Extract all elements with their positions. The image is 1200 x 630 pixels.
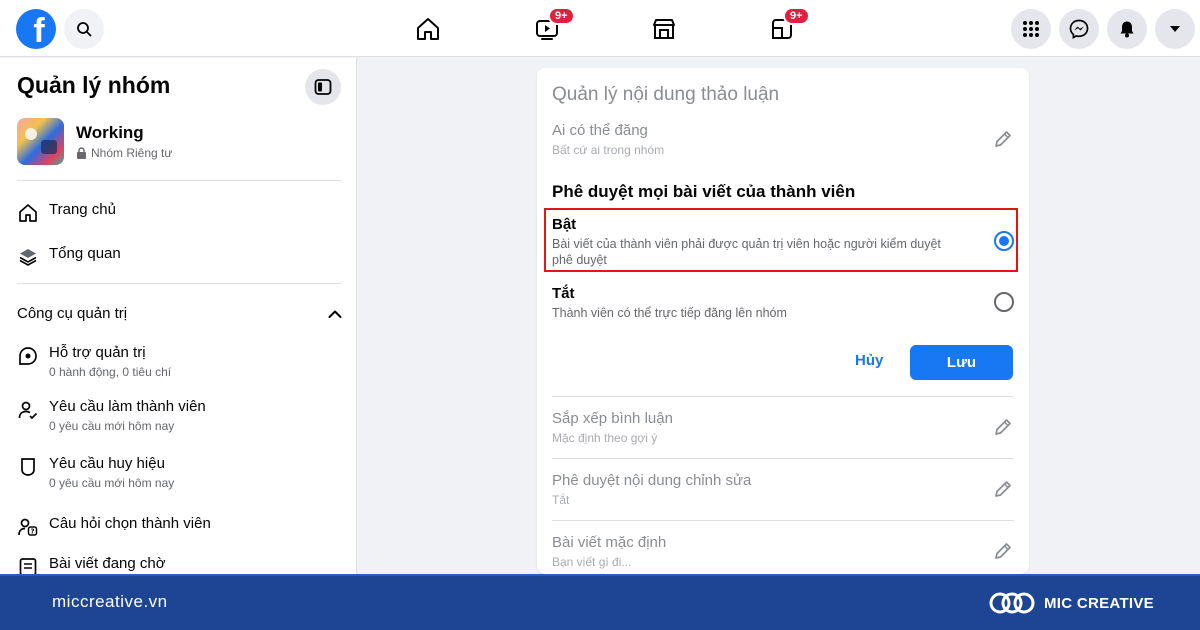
menu-button[interactable] [1011, 9, 1051, 49]
group-privacy-label: Nhóm Riêng tư [91, 145, 173, 160]
sidebar-item-subtext: 0 yêu cầu mới hôm nay [49, 419, 175, 433]
sidebar-title: Quản lý nhóm [17, 72, 171, 98]
group-name: Working [76, 122, 144, 142]
group-privacy: Nhóm Riêng tư [76, 146, 172, 160]
setting-title: Ai có thể đăng [552, 122, 648, 139]
save-button[interactable]: Lưu [910, 345, 1013, 380]
facebook-logo-icon[interactable]: f [16, 9, 56, 49]
gaming-notification-badge: 9+ [783, 7, 810, 25]
pending-posts-icon [17, 556, 39, 574]
setting-value: Mặc định theo gợi ý [552, 431, 658, 445]
group-avatar [17, 117, 64, 165]
card-divider [552, 458, 1014, 459]
cancel-button[interactable]: Hủy [855, 352, 883, 369]
home-icon [417, 18, 439, 40]
sidebar-item-label: Hỗ trợ quản trị [49, 344, 146, 361]
card-divider [552, 520, 1014, 521]
messenger-icon [1069, 19, 1089, 39]
grid-menu-icon [1023, 21, 1039, 37]
option-title: Bật [552, 216, 577, 233]
pencil-icon[interactable] [992, 478, 1014, 500]
sidebar-item-label: Tổng quan [49, 245, 121, 262]
search-button[interactable] [64, 9, 104, 49]
sidebar-item-label: Trang chủ [49, 201, 116, 218]
store-icon [653, 19, 675, 39]
admin-tools-label: Công cụ quản trị [17, 305, 128, 322]
lock-icon [77, 146, 86, 159]
notifications-button[interactable] [1107, 9, 1147, 49]
sidebar-item-label: Yêu cầu huy hiệu [49, 455, 165, 472]
brand-footer: miccreative.vn MIC CREATIVE [0, 574, 1200, 630]
sidebar-item-membership-questions[interactable]: ? Câu hỏi chọn thành viên [17, 515, 342, 538]
sidebar-item-label: Câu hỏi chọn thành viên [49, 515, 211, 532]
nav-watch[interactable]: 9+ [530, 7, 575, 46]
sidebar-item-label: Yêu cầu làm thành viên [49, 398, 206, 415]
option-description: Thành viên có thể trực tiếp đăng lên nhó… [552, 306, 787, 320]
sidebar-item-subtext: 0 hành động, 0 tiêu chí [49, 365, 172, 379]
footer-url[interactable]: miccreative.vn [52, 592, 168, 612]
pencil-icon[interactable] [992, 128, 1014, 150]
footer-brand-name: MIC CREATIVE [1044, 594, 1154, 612]
footer-brand: MIC CREATIVE [988, 588, 1154, 618]
chevron-up-icon [328, 310, 342, 318]
logo-letter: f [33, 12, 45, 49]
top-navigation-bar: f 9+ 9+ [0, 0, 1200, 57]
sidebar-panel-icon [314, 79, 332, 95]
setting-value: Tắt [552, 493, 570, 507]
setting-title: Sắp xếp bình luận [552, 410, 673, 427]
sidebar-item-admin-assist[interactable]: Hỗ trợ quản trị 0 hành động, 0 tiêu chí [17, 344, 342, 379]
pencil-icon[interactable] [992, 416, 1014, 438]
svg-text:?: ? [31, 528, 35, 536]
setting-value: Bạn viết gì đi... [552, 555, 632, 569]
layers-icon [17, 246, 39, 268]
nav-home[interactable] [411, 12, 445, 46]
admin-tools-header[interactable]: Công cụ quản trị [17, 305, 342, 322]
sidebar-divider [17, 180, 342, 181]
setting-approve-edits[interactable]: Phê duyệt nội dung chỉnh sửa Tắt [552, 472, 1014, 507]
group-admin-sidebar: Quản lý nhóm Working Nhóm Riêng tư Trang… [0, 58, 357, 574]
card-title: Quản lý nội dung thảo luận [552, 84, 780, 105]
sidebar-item-subtext: 0 yêu cầu mới hôm nay [49, 476, 175, 490]
sidebar-item-label: Bài viết đang chờ [49, 555, 166, 572]
search-icon [77, 22, 92, 37]
card-divider [552, 396, 1014, 397]
setting-title: Bài viết mặc định [552, 534, 667, 551]
approve-posts-title: Phê duyệt mọi bài viết của thành viên [552, 182, 856, 201]
sidebar-divider [17, 283, 342, 284]
setting-who-can-post[interactable]: Ai có thể đăng Bất cứ ai trong nhóm [552, 122, 1014, 157]
option-off[interactable]: Tắt Thành viên có thể trực tiếp đăng lên… [552, 285, 1014, 321]
sidebar-item-overview[interactable]: Tổng quan [17, 245, 342, 268]
admin-assist-icon [17, 345, 39, 367]
option-description: Bài viết của thành viên phải được quản t… [552, 237, 941, 267]
discussion-settings-card: Quản lý nội dung thảo luận Ai có thể đăn… [537, 68, 1029, 574]
badge-icon [17, 456, 39, 478]
member-request-icon [17, 399, 39, 421]
setting-default-post[interactable]: Bài viết mặc định Bạn viết gì đi... [552, 534, 1014, 569]
collapse-sidebar-button[interactable] [305, 69, 341, 105]
sidebar-item-member-requests[interactable]: Yêu cầu làm thành viên 0 yêu cầu mới hôm… [17, 398, 342, 433]
radio-on-selected[interactable] [994, 231, 1014, 251]
account-button[interactable] [1155, 9, 1195, 49]
pencil-icon[interactable] [992, 540, 1014, 562]
nav-gaming[interactable]: 9+ [765, 7, 810, 46]
caret-down-icon [1170, 26, 1180, 32]
radio-off[interactable] [994, 292, 1014, 312]
setting-value: Bất cứ ai trong nhóm [552, 143, 665, 157]
video-notification-badge: 9+ [548, 7, 575, 25]
group-header[interactable]: Working Nhóm Riêng tư [17, 116, 172, 166]
setting-sort-comments[interactable]: Sắp xếp bình luận Mặc định theo gợi ý [552, 410, 1014, 445]
mic-creative-logo-icon [989, 592, 1035, 614]
sidebar-item-badge-requests[interactable]: Yêu cầu huy hiệu 0 yêu cầu mới hôm nay [17, 455, 342, 490]
messenger-button[interactable] [1059, 9, 1099, 49]
nav-marketplace[interactable] [647, 12, 681, 46]
sidebar-item-pending-posts[interactable]: Bài viết đang chờ [17, 555, 342, 574]
bell-icon [1120, 21, 1134, 38]
question-icon: ? [17, 516, 39, 538]
home-icon [17, 202, 39, 224]
option-on[interactable]: Bật Bài viết của thành viên phải được qu… [552, 216, 1014, 268]
sidebar-item-home[interactable]: Trang chủ [17, 201, 342, 224]
setting-title: Phê duyệt nội dung chỉnh sửa [552, 472, 752, 489]
option-title: Tắt [552, 285, 575, 302]
